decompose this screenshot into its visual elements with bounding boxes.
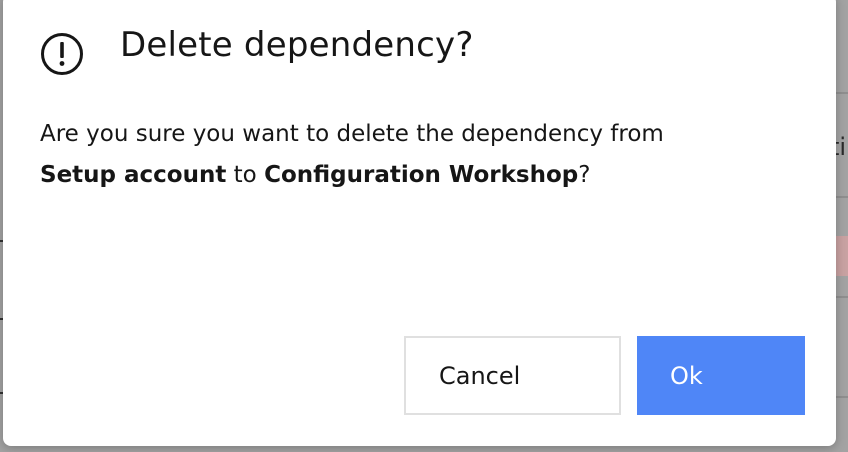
background-status-cell: [836, 236, 848, 276]
background-divider: [836, 296, 848, 298]
background-divider: [836, 92, 848, 94]
dialog-title: Delete dependency?: [120, 25, 474, 65]
dialog-message: Are you sure you want to delete the depe…: [40, 114, 670, 196]
ok-button[interactable]: Ok: [637, 336, 805, 415]
cancel-button[interactable]: Cancel: [404, 336, 621, 415]
background-divider: [836, 196, 848, 198]
message-prefix: Are you sure you want to delete the depe…: [40, 121, 664, 147]
message-connector: to: [226, 162, 265, 188]
dependency-source: Setup account: [40, 162, 227, 188]
alert-circle-icon: [40, 32, 84, 76]
dependency-target: Configuration Workshop: [264, 162, 579, 188]
background-divider: [836, 396, 848, 398]
message-suffix: ?: [578, 162, 591, 188]
delete-dependency-dialog: Delete dependency? Are you sure you want…: [3, 0, 836, 446]
